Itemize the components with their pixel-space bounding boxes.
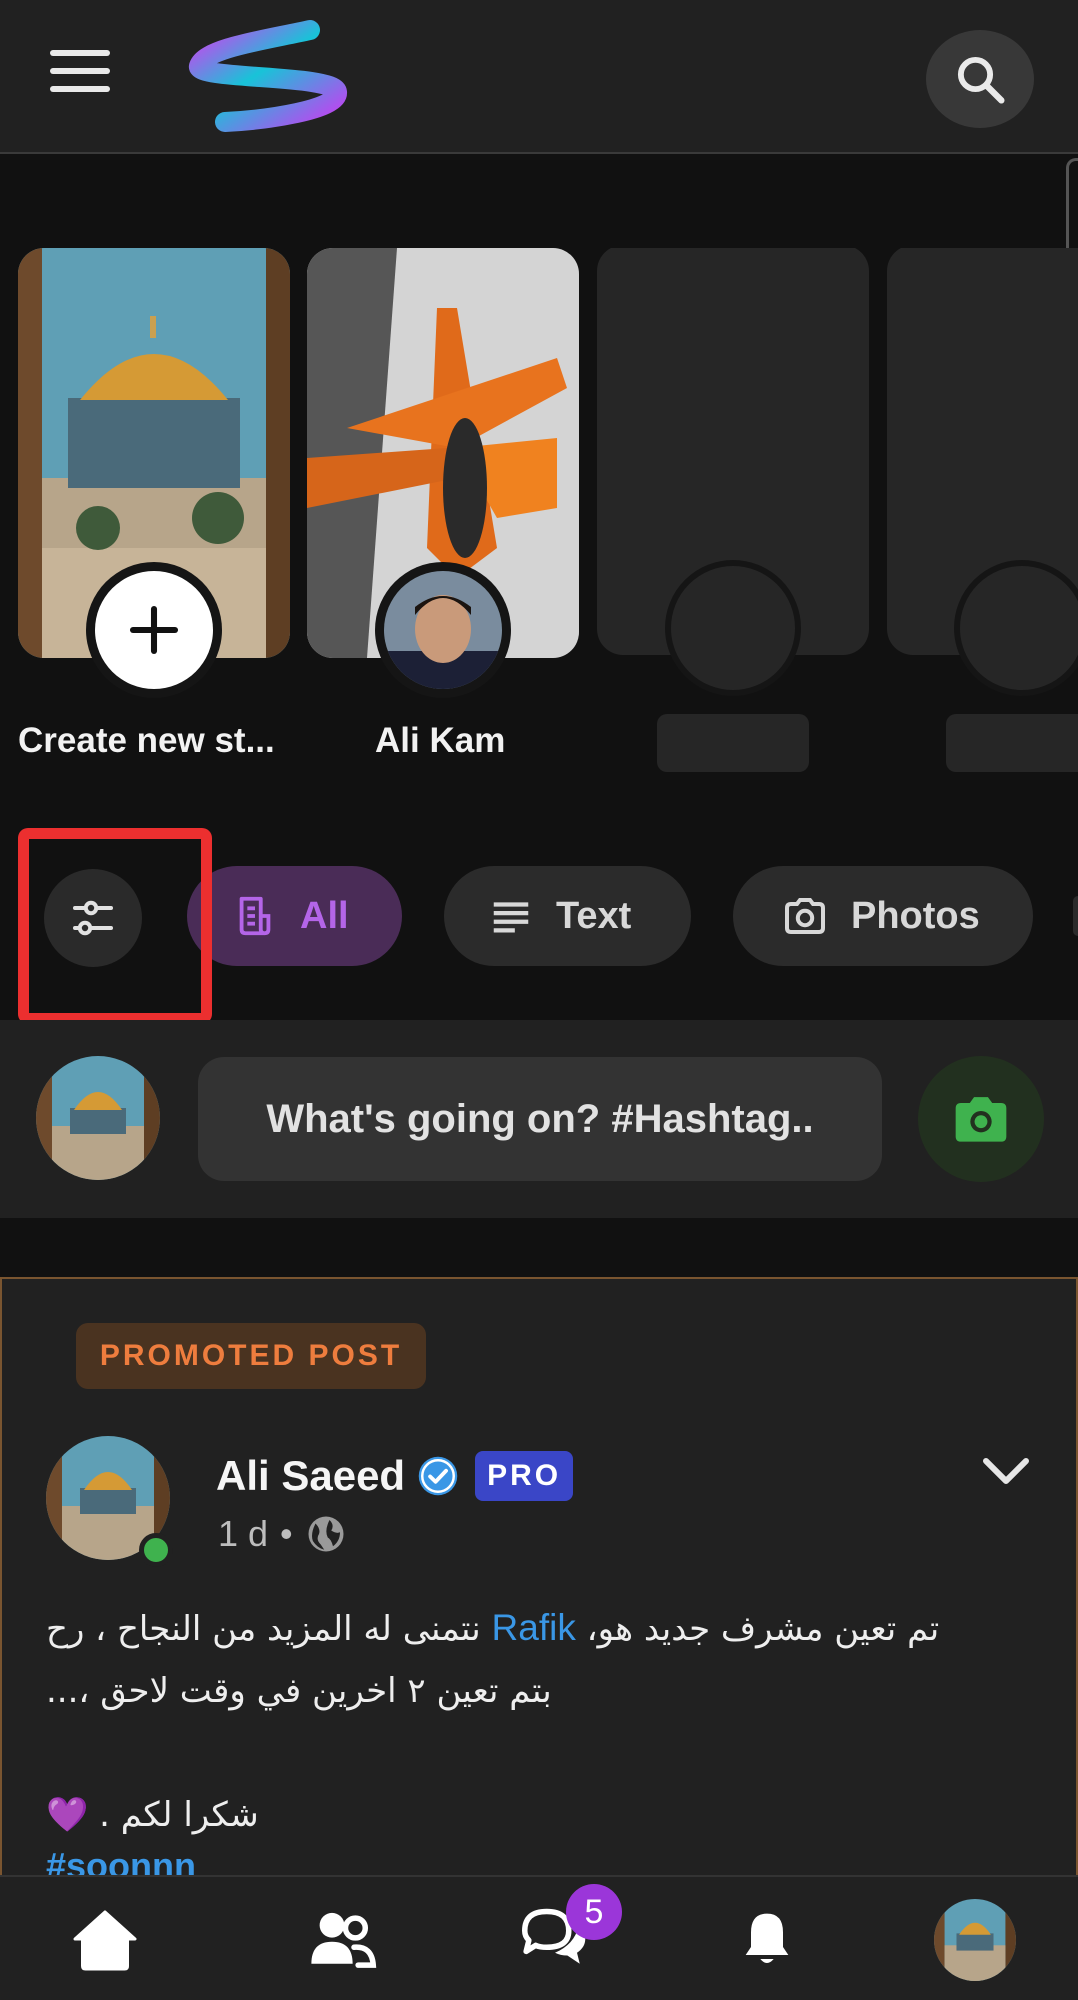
verified-badge-icon — [418, 1456, 458, 1496]
text-lines-icon — [493, 902, 529, 933]
story-placeholder-avatar — [665, 560, 801, 696]
post-author: Ali Saeed PRO — [216, 1451, 574, 1501]
camera-icon — [955, 1097, 1007, 1142]
avatar — [384, 571, 502, 689]
bottom-navigation — [0, 1875, 1078, 2000]
post-text-line: شكرا لكم . 💜 — [46, 1795, 259, 1835]
nav-home[interactable] — [60, 1899, 150, 1979]
avatar — [934, 1899, 1016, 1981]
post-text-line: بتم تعين ٢ اخرين في وقت لاحق ،... — [46, 1671, 552, 1711]
chevron-down-icon[interactable] — [980, 1451, 1032, 1491]
search-button[interactable] — [926, 30, 1034, 128]
story-label-ali-kam: Ali Kam — [375, 721, 506, 760]
search-icon — [957, 56, 1005, 104]
hamburger-menu-icon[interactable] — [50, 50, 110, 98]
promoted-post: PROMOTED POST Ali Saeed PRO 1 d • تم تعي… — [0, 1277, 1078, 1877]
filter-tab-all-label: All — [300, 894, 349, 937]
camera-outline-icon — [785, 898, 825, 934]
post-text-line: تم تعين مشرف جديد هو، Rafik نتمنى له الم… — [46, 1607, 940, 1649]
composer-input[interactable]: What's going on? #Hashtag.. — [198, 1057, 882, 1181]
post-time: 1 d — [218, 1513, 269, 1554]
story-label-create: Create new st... — [18, 721, 275, 760]
hashtag-link[interactable]: #soonnn — [46, 1845, 196, 1877]
nav-profile-avatar[interactable] — [934, 1899, 1016, 1981]
composer-camera-button[interactable] — [918, 1056, 1044, 1182]
filter-tab-all[interactable]: All — [187, 866, 402, 966]
top-bar — [0, 0, 1078, 154]
story-placeholder-avatar — [954, 560, 1078, 696]
nav-friends[interactable] — [298, 1899, 388, 1979]
filter-tab-photos-label: Photos — [851, 894, 980, 937]
post-composer: What's going on? #Hashtag.. — [0, 1020, 1078, 1218]
meta-separator: • — [280, 1513, 293, 1554]
story-user-avatar[interactable] — [375, 562, 511, 698]
filter-tab-more[interactable] — [1073, 896, 1078, 936]
filter-tab-text[interactable]: Text — [444, 866, 691, 966]
author-name[interactable]: Ali Saeed — [216, 1452, 405, 1500]
highlight-annotation — [18, 828, 212, 1024]
document-icon — [239, 896, 271, 936]
avatar[interactable] — [36, 1056, 160, 1180]
stories-row: Create new st... Ali Kam — [0, 248, 1078, 788]
post-body: تم تعين مشرف جديد هو، Rafik نتمنى له الم… — [46, 1597, 1006, 1846]
filter-tab-text-label: Text — [556, 894, 632, 937]
mention-link[interactable]: Rafik — [492, 1607, 576, 1648]
story-placeholder-label — [657, 714, 809, 772]
bell-icon — [745, 1913, 789, 1963]
pro-badge: PRO — [475, 1451, 574, 1501]
promoted-badge: PROMOTED POST — [76, 1323, 426, 1389]
app-logo[interactable] — [185, 14, 355, 134]
story-placeholder-label — [946, 714, 1078, 772]
post-meta: 1 d • — [218, 1513, 347, 1555]
filter-tab-photos[interactable]: Photos — [733, 866, 1033, 966]
create-story-avatar[interactable] — [86, 562, 222, 698]
plus-icon — [95, 571, 213, 689]
nav-notifications[interactable] — [722, 1899, 812, 1979]
globe-icon — [308, 1516, 344, 1552]
online-status-dot — [139, 1533, 173, 1567]
home-icon — [73, 1910, 137, 1971]
users-icon — [311, 1912, 377, 1968]
messages-count-badge: 5 — [566, 1884, 622, 1940]
